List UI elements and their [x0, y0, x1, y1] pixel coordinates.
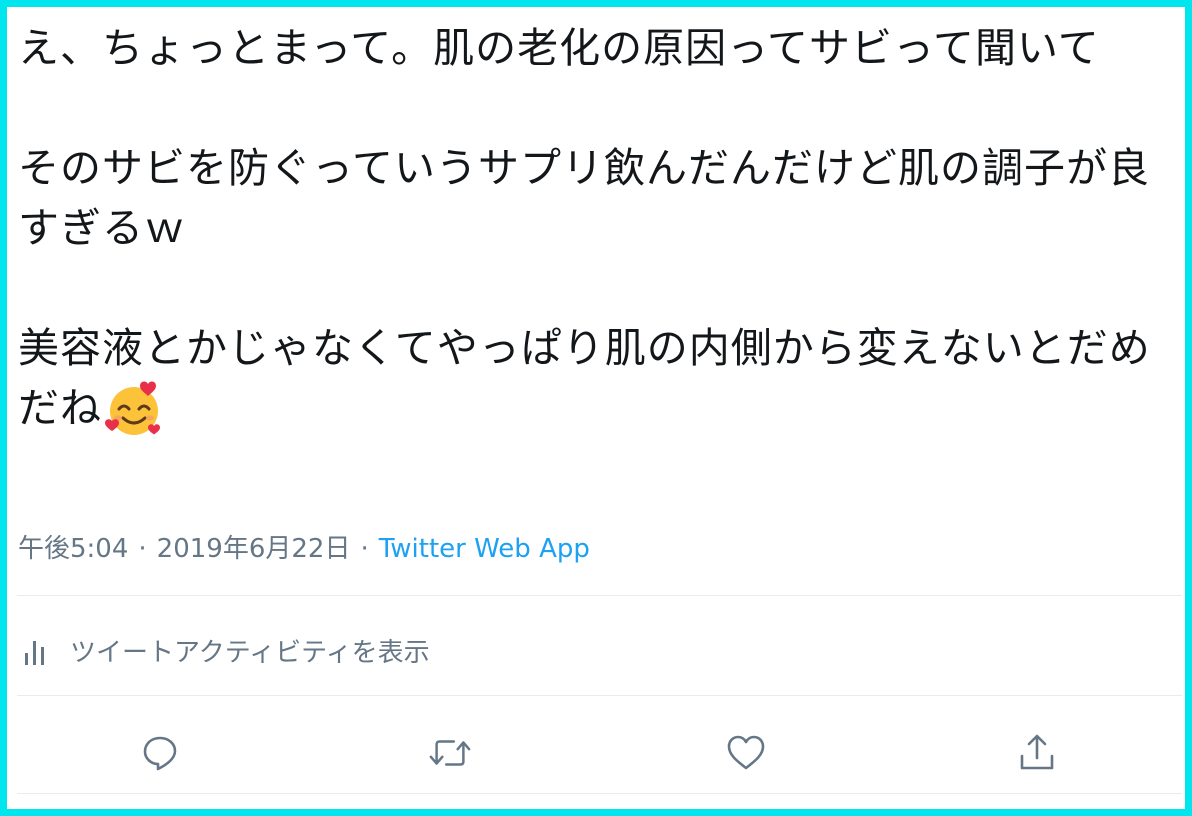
tweet-date[interactable]: 2019年6月22日 [157, 534, 351, 564]
tweet-text: え、ちょっとまって。肌の老化の原因ってサビって聞いて そのサビを防ぐっていうサプ… [18, 18, 1168, 438]
tweet-paragraph-3-text: 美容液とかじゃなくてやっぱり肌の内側から変えないとだめだね [18, 324, 1151, 432]
meta-separator: · [138, 534, 147, 564]
divider-middle [17, 695, 1182, 696]
share-icon [1020, 734, 1054, 770]
tweet-activity-link[interactable]: ツイートアクティビティを表示 [18, 625, 430, 675]
reply-button[interactable] [138, 731, 182, 775]
tweet-paragraph-1: え、ちょっとまって。肌の老化の原因ってサビって聞いて [18, 24, 1100, 72]
reply-icon [143, 736, 177, 771]
share-button[interactable] [1015, 731, 1059, 775]
divider-top [17, 595, 1182, 596]
tweet-source-link[interactable]: Twitter Web App [379, 534, 590, 564]
tweet-paragraph-2: そのサビを防ぐっていうサプリ飲んだんだけど肌の調子が良すぎるｗ [18, 144, 1150, 252]
tweet-activity-label: ツイートアクティビティを表示 [70, 637, 430, 668]
bar-chart-icon [25, 641, 44, 665]
tweet-detail-frame: え、ちょっとまって。肌の老化の原因ってサビって聞いて そのサビを防ぐっていうサプ… [0, 0, 1192, 816]
divider-bottom [17, 793, 1182, 794]
like-button[interactable] [724, 731, 768, 775]
retweet-icon [429, 740, 471, 766]
heart-icon [727, 735, 765, 770]
meta-separator: · [360, 534, 369, 564]
smiling-face-with-hearts-icon [105, 381, 160, 435]
tweet-paragraph-3: 美容液とかじゃなくてやっぱり肌の内側から変えないとだめだね [18, 318, 1168, 438]
tweet-action-bar [7, 725, 1185, 781]
tweet-meta: 午後5:04 · 2019年6月22日 · Twitter Web App [18, 529, 590, 569]
tweet-time[interactable]: 午後5:04 [18, 534, 128, 564]
retweet-button[interactable] [428, 731, 472, 775]
